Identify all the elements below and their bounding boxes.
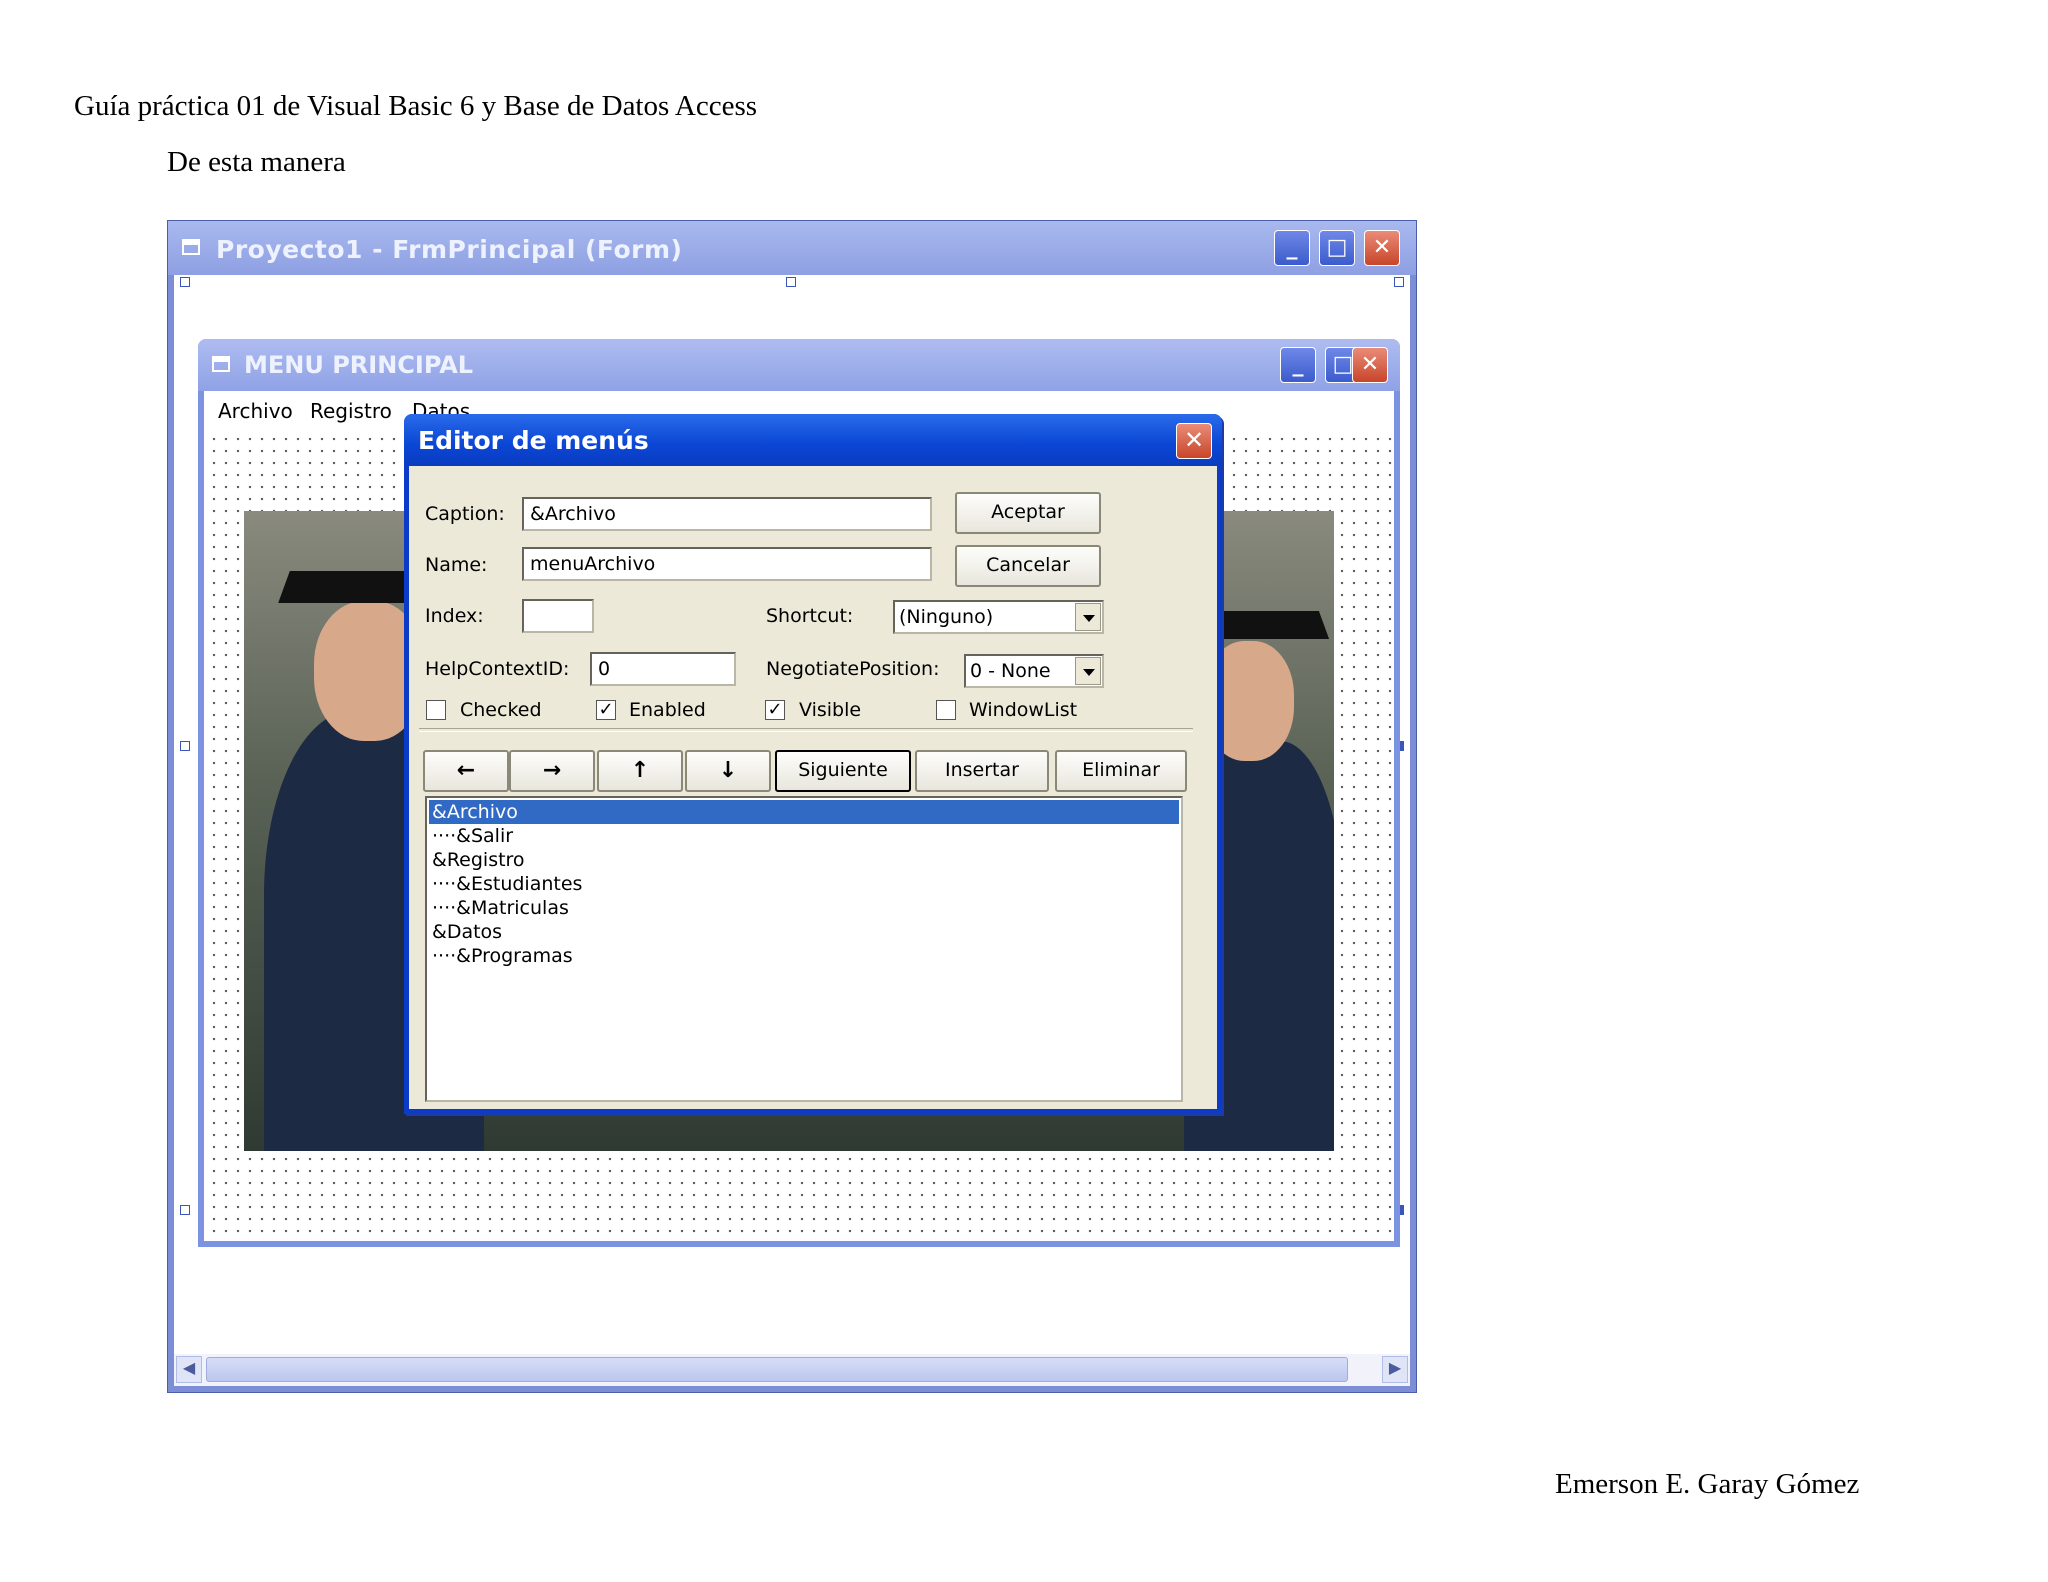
visible-label: Visible [799,699,862,721]
list-item[interactable]: ····&Salir [429,824,1179,848]
caption-input[interactable]: &Archivo [522,497,932,531]
resize-handle[interactable] [180,1205,190,1215]
form-title: MENU PRINCIPAL [244,351,474,379]
negotiateposition-value: 0 - None [970,660,1051,682]
arrow-right-icon[interactable]: → [509,750,595,792]
ide-title-bar[interactable]: Proyecto1 - FrmPrincipal (Form) _ □ ✕ [168,221,1416,275]
document-subtitle: De esta manera [167,146,346,178]
menu-items-list[interactable]: &Archivo ····&Salir &Registro ····&Estud… [425,796,1183,1102]
arrow-up-icon[interactable]: ↑ [597,750,683,792]
insert-button[interactable]: Insertar [915,750,1049,792]
list-item[interactable]: ····&Estudiantes [429,872,1179,896]
maximize-icon[interactable]: □ [1319,230,1355,266]
index-label: Index: [425,605,484,627]
windowlist-checkbox[interactable] [936,700,956,720]
shortcut-value: (Ninguno) [899,606,994,628]
scroll-left-icon[interactable]: ◀ [176,1356,202,1383]
delete-button[interactable]: Eliminar [1055,750,1187,792]
helpcontextid-label: HelpContextID: [425,658,570,680]
chevron-down-icon[interactable] [1075,657,1101,685]
dialog-title-bar[interactable]: Editor de menús ✕ [404,414,1222,466]
dialog-title: Editor de menús [418,426,649,455]
menu-registro[interactable]: Registro [310,399,392,423]
negotiateposition-label: NegotiatePosition: [766,658,940,680]
caption-label: Caption: [425,503,505,525]
checked-checkbox[interactable] [426,700,446,720]
close-icon[interactable]: ✕ [1176,423,1212,459]
enabled-label: Enabled [629,699,706,721]
arrow-left-icon[interactable]: ← [423,750,509,792]
list-item[interactable]: &Archivo [429,800,1179,824]
resize-handle[interactable] [180,277,190,287]
next-button[interactable]: Siguiente [775,750,911,792]
visible-checkbox[interactable]: ✓ [765,700,785,720]
scrollbar-thumb[interactable] [206,1357,1348,1382]
minimize-icon[interactable]: _ [1274,230,1310,266]
list-item[interactable]: &Registro [429,848,1179,872]
form-icon [182,239,200,255]
shortcut-label: Shortcut: [766,605,854,627]
name-input[interactable]: menuArchivo [522,547,932,581]
accept-button[interactable]: Aceptar [955,492,1101,534]
resize-handle[interactable] [1394,277,1404,287]
close-icon[interactable]: ✕ [1364,230,1400,266]
list-item[interactable]: &Datos [429,920,1179,944]
cancel-button[interactable]: Cancelar [955,545,1101,587]
document-author: Emerson E. Garay Gómez [1555,1468,1860,1500]
list-item[interactable]: ····&Matriculas [429,896,1179,920]
separator [419,728,1193,732]
dialog-body: Caption: &Archivo Aceptar Name: menuArch… [409,466,1217,1109]
close-icon[interactable]: ✕ [1352,347,1388,383]
form-title-bar[interactable]: MENU PRINCIPAL _ □ ✕ [198,339,1400,391]
negotiateposition-select[interactable]: 0 - None [964,654,1104,688]
document-header: Guía práctica 01 de Visual Basic 6 y Bas… [74,90,758,122]
minimize-icon[interactable]: _ [1280,347,1316,383]
resize-handle[interactable] [786,277,796,287]
ide-window-title: Proyecto1 - FrmPrincipal (Form) [216,235,683,264]
menu-editor-dialog: Editor de menús ✕ Caption: &Archivo Acep… [404,414,1222,1114]
windowlist-label: WindowList [969,699,1078,721]
horizontal-scrollbar[interactable]: ◀ ▶ [174,1354,1410,1386]
list-item[interactable]: ····&Programas [429,944,1179,968]
resize-handle[interactable] [180,741,190,751]
menu-archivo[interactable]: Archivo [218,399,293,423]
index-input[interactable] [522,599,594,633]
enabled-checkbox[interactable]: ✓ [596,700,616,720]
helpcontextid-input[interactable]: 0 [590,652,736,686]
arrow-down-icon[interactable]: ↓ [685,750,771,792]
form-icon [212,356,230,372]
shortcut-select[interactable]: (Ninguno) [893,600,1104,634]
checked-label: Checked [460,699,542,721]
name-label: Name: [425,554,488,576]
chevron-down-icon[interactable] [1075,603,1101,631]
scroll-right-icon[interactable]: ▶ [1382,1356,1408,1383]
